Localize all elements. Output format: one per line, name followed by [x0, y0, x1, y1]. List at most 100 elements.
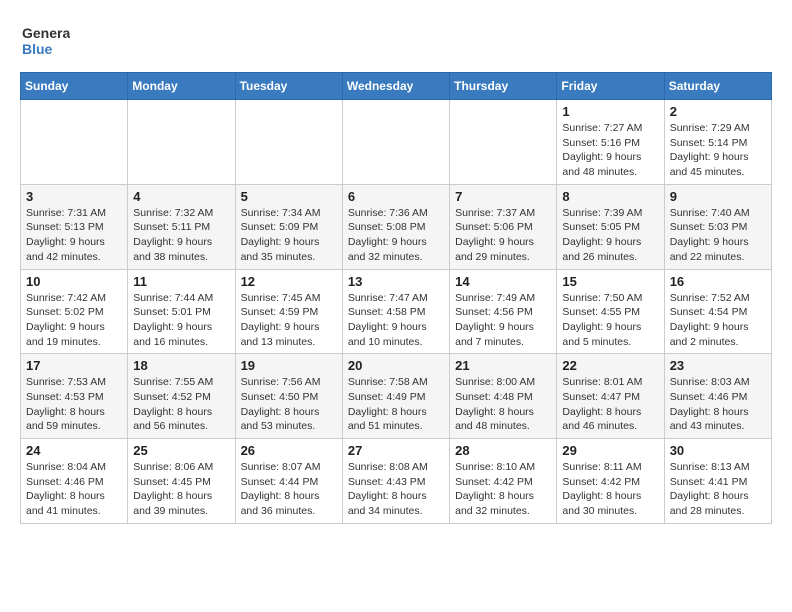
- day-info: Sunrise: 7:29 AM Sunset: 5:14 PM Dayligh…: [670, 121, 766, 180]
- week-row-3: 10 Sunrise: 7:42 AM Sunset: 5:02 PM Dayli…: [21, 269, 772, 354]
- day-cell-9: 9 Sunrise: 7:40 AM Sunset: 5:03 PM Daylig…: [664, 184, 771, 269]
- day-cell-7: 7 Sunrise: 7:37 AM Sunset: 5:06 PM Daylig…: [450, 184, 557, 269]
- day-info: Sunrise: 7:37 AM Sunset: 5:06 PM Dayligh…: [455, 206, 551, 265]
- day-number: 24: [26, 443, 122, 458]
- header-day-tuesday: Tuesday: [235, 73, 342, 100]
- day-info: Sunrise: 7:39 AM Sunset: 5:05 PM Dayligh…: [562, 206, 658, 265]
- logo: GeneralBlue: [20, 20, 70, 62]
- day-info: Sunrise: 8:04 AM Sunset: 4:46 PM Dayligh…: [26, 460, 122, 519]
- day-cell-25: 25 Sunrise: 8:06 AM Sunset: 4:45 PM Dayli…: [128, 439, 235, 524]
- day-cell-5: 5 Sunrise: 7:34 AM Sunset: 5:09 PM Daylig…: [235, 184, 342, 269]
- day-info: Sunrise: 8:00 AM Sunset: 4:48 PM Dayligh…: [455, 375, 551, 434]
- day-cell-17: 17 Sunrise: 7:53 AM Sunset: 4:53 PM Dayli…: [21, 354, 128, 439]
- day-cell-26: 26 Sunrise: 8:07 AM Sunset: 4:44 PM Dayli…: [235, 439, 342, 524]
- day-number: 5: [241, 189, 337, 204]
- day-info: Sunrise: 8:11 AM Sunset: 4:42 PM Dayligh…: [562, 460, 658, 519]
- svg-text:General: General: [22, 25, 70, 41]
- day-number: 27: [348, 443, 444, 458]
- day-info: Sunrise: 8:03 AM Sunset: 4:46 PM Dayligh…: [670, 375, 766, 434]
- day-cell-23: 23 Sunrise: 8:03 AM Sunset: 4:46 PM Dayli…: [664, 354, 771, 439]
- day-info: Sunrise: 8:01 AM Sunset: 4:47 PM Dayligh…: [562, 375, 658, 434]
- day-info: Sunrise: 7:56 AM Sunset: 4:50 PM Dayligh…: [241, 375, 337, 434]
- day-cell-29: 29 Sunrise: 8:11 AM Sunset: 4:42 PM Dayli…: [557, 439, 664, 524]
- day-cell-28: 28 Sunrise: 8:10 AM Sunset: 4:42 PM Dayli…: [450, 439, 557, 524]
- day-cell-14: 14Sunrise: 7:49 AM Sunset: 4:56 PM Dayli…: [450, 269, 557, 354]
- day-info: Sunrise: 7:31 AM Sunset: 5:13 PM Dayligh…: [26, 206, 122, 265]
- week-row-5: 24 Sunrise: 8:04 AM Sunset: 4:46 PM Dayli…: [21, 439, 772, 524]
- day-number: 19: [241, 358, 337, 373]
- header-day-wednesday: Wednesday: [342, 73, 449, 100]
- day-cell-27: 27 Sunrise: 8:08 AM Sunset: 4:43 PM Dayli…: [342, 439, 449, 524]
- header-day-saturday: Saturday: [664, 73, 771, 100]
- day-info: Sunrise: 7:47 AM Sunset: 4:58 PM Dayligh…: [348, 291, 444, 350]
- header-row: SundayMondayTuesdayWednesdayThursdayFrid…: [21, 73, 772, 100]
- day-number: 12: [241, 274, 337, 289]
- day-number: 4: [133, 189, 229, 204]
- day-number: 10: [26, 274, 122, 289]
- day-cell-4: 4Sunrise: 7:32 AM Sunset: 5:11 PM Daylig…: [128, 184, 235, 269]
- day-number: 17: [26, 358, 122, 373]
- svg-text:Blue: Blue: [22, 41, 53, 57]
- week-row-2: 3 Sunrise: 7:31 AM Sunset: 5:13 PM Daylig…: [21, 184, 772, 269]
- day-info: Sunrise: 8:10 AM Sunset: 4:42 PM Dayligh…: [455, 460, 551, 519]
- day-number: 6: [348, 189, 444, 204]
- header-day-monday: Monday: [128, 73, 235, 100]
- day-info: Sunrise: 7:27 AM Sunset: 5:16 PM Dayligh…: [562, 121, 658, 180]
- day-cell-10: 10 Sunrise: 7:42 AM Sunset: 5:02 PM Dayli…: [21, 269, 128, 354]
- day-info: Sunrise: 7:52 AM Sunset: 4:54 PM Dayligh…: [670, 291, 766, 350]
- week-row-4: 17 Sunrise: 7:53 AM Sunset: 4:53 PM Dayli…: [21, 354, 772, 439]
- day-cell-24: 24 Sunrise: 8:04 AM Sunset: 4:46 PM Dayli…: [21, 439, 128, 524]
- day-cell-18: 18 Sunrise: 7:55 AM Sunset: 4:52 PM Dayli…: [128, 354, 235, 439]
- day-number: 30: [670, 443, 766, 458]
- day-number: 8: [562, 189, 658, 204]
- day-cell-13: 13 Sunrise: 7:47 AM Sunset: 4:58 PM Dayli…: [342, 269, 449, 354]
- day-cell-21: 21 Sunrise: 8:00 AM Sunset: 4:48 PM Dayli…: [450, 354, 557, 439]
- day-number: 21: [455, 358, 551, 373]
- day-cell-3: 3 Sunrise: 7:31 AM Sunset: 5:13 PM Daylig…: [21, 184, 128, 269]
- day-number: 13: [348, 274, 444, 289]
- day-info: Sunrise: 7:50 AM Sunset: 4:55 PM Dayligh…: [562, 291, 658, 350]
- day-cell-22: 22 Sunrise: 8:01 AM Sunset: 4:47 PM Dayli…: [557, 354, 664, 439]
- day-cell-20: 20Sunrise: 7:58 AM Sunset: 4:49 PM Dayli…: [342, 354, 449, 439]
- day-number: 9: [670, 189, 766, 204]
- calendar-table: SundayMondayTuesdayWednesdayThursdayFrid…: [20, 72, 772, 524]
- day-number: 26: [241, 443, 337, 458]
- day-info: Sunrise: 7:53 AM Sunset: 4:53 PM Dayligh…: [26, 375, 122, 434]
- day-info: Sunrise: 8:07 AM Sunset: 4:44 PM Dayligh…: [241, 460, 337, 519]
- day-cell-8: 8 Sunrise: 7:39 AM Sunset: 5:05 PM Daylig…: [557, 184, 664, 269]
- day-cell-12: 12Sunrise: 7:45 AM Sunset: 4:59 PM Dayli…: [235, 269, 342, 354]
- day-number: 7: [455, 189, 551, 204]
- day-number: 22: [562, 358, 658, 373]
- day-info: Sunrise: 7:36 AM Sunset: 5:08 PM Dayligh…: [348, 206, 444, 265]
- day-number: 18: [133, 358, 229, 373]
- day-info: Sunrise: 8:08 AM Sunset: 4:43 PM Dayligh…: [348, 460, 444, 519]
- day-cell-15: 15 Sunrise: 7:50 AM Sunset: 4:55 PM Dayli…: [557, 269, 664, 354]
- day-cell-6: 6 Sunrise: 7:36 AM Sunset: 5:08 PM Daylig…: [342, 184, 449, 269]
- day-info: Sunrise: 7:49 AM Sunset: 4:56 PM Dayligh…: [455, 291, 551, 350]
- day-cell-30: 30 Sunrise: 8:13 AM Sunset: 4:41 PM Dayli…: [664, 439, 771, 524]
- day-number: 23: [670, 358, 766, 373]
- header-day-thursday: Thursday: [450, 73, 557, 100]
- day-number: 28: [455, 443, 551, 458]
- day-info: Sunrise: 7:40 AM Sunset: 5:03 PM Dayligh…: [670, 206, 766, 265]
- header-day-sunday: Sunday: [21, 73, 128, 100]
- header-day-friday: Friday: [557, 73, 664, 100]
- day-number: 11: [133, 274, 229, 289]
- day-info: Sunrise: 7:42 AM Sunset: 5:02 PM Dayligh…: [26, 291, 122, 350]
- day-info: Sunrise: 7:55 AM Sunset: 4:52 PM Dayligh…: [133, 375, 229, 434]
- day-cell-2: 2Sunrise: 7:29 AM Sunset: 5:14 PM Daylig…: [664, 100, 771, 185]
- day-info: Sunrise: 7:34 AM Sunset: 5:09 PM Dayligh…: [241, 206, 337, 265]
- day-info: Sunrise: 8:13 AM Sunset: 4:41 PM Dayligh…: [670, 460, 766, 519]
- day-cell-1: 1Sunrise: 7:27 AM Sunset: 5:16 PM Daylig…: [557, 100, 664, 185]
- day-info: Sunrise: 7:44 AM Sunset: 5:01 PM Dayligh…: [133, 291, 229, 350]
- day-number: 3: [26, 189, 122, 204]
- day-number: 29: [562, 443, 658, 458]
- day-cell-16: 16Sunrise: 7:52 AM Sunset: 4:54 PM Dayli…: [664, 269, 771, 354]
- day-number: 25: [133, 443, 229, 458]
- day-info: Sunrise: 8:06 AM Sunset: 4:45 PM Dayligh…: [133, 460, 229, 519]
- header: GeneralBlue: [20, 20, 772, 62]
- day-number: 15: [562, 274, 658, 289]
- day-cell-19: 19 Sunrise: 7:56 AM Sunset: 4:50 PM Dayli…: [235, 354, 342, 439]
- empty-cell: [342, 100, 449, 185]
- empty-cell: [128, 100, 235, 185]
